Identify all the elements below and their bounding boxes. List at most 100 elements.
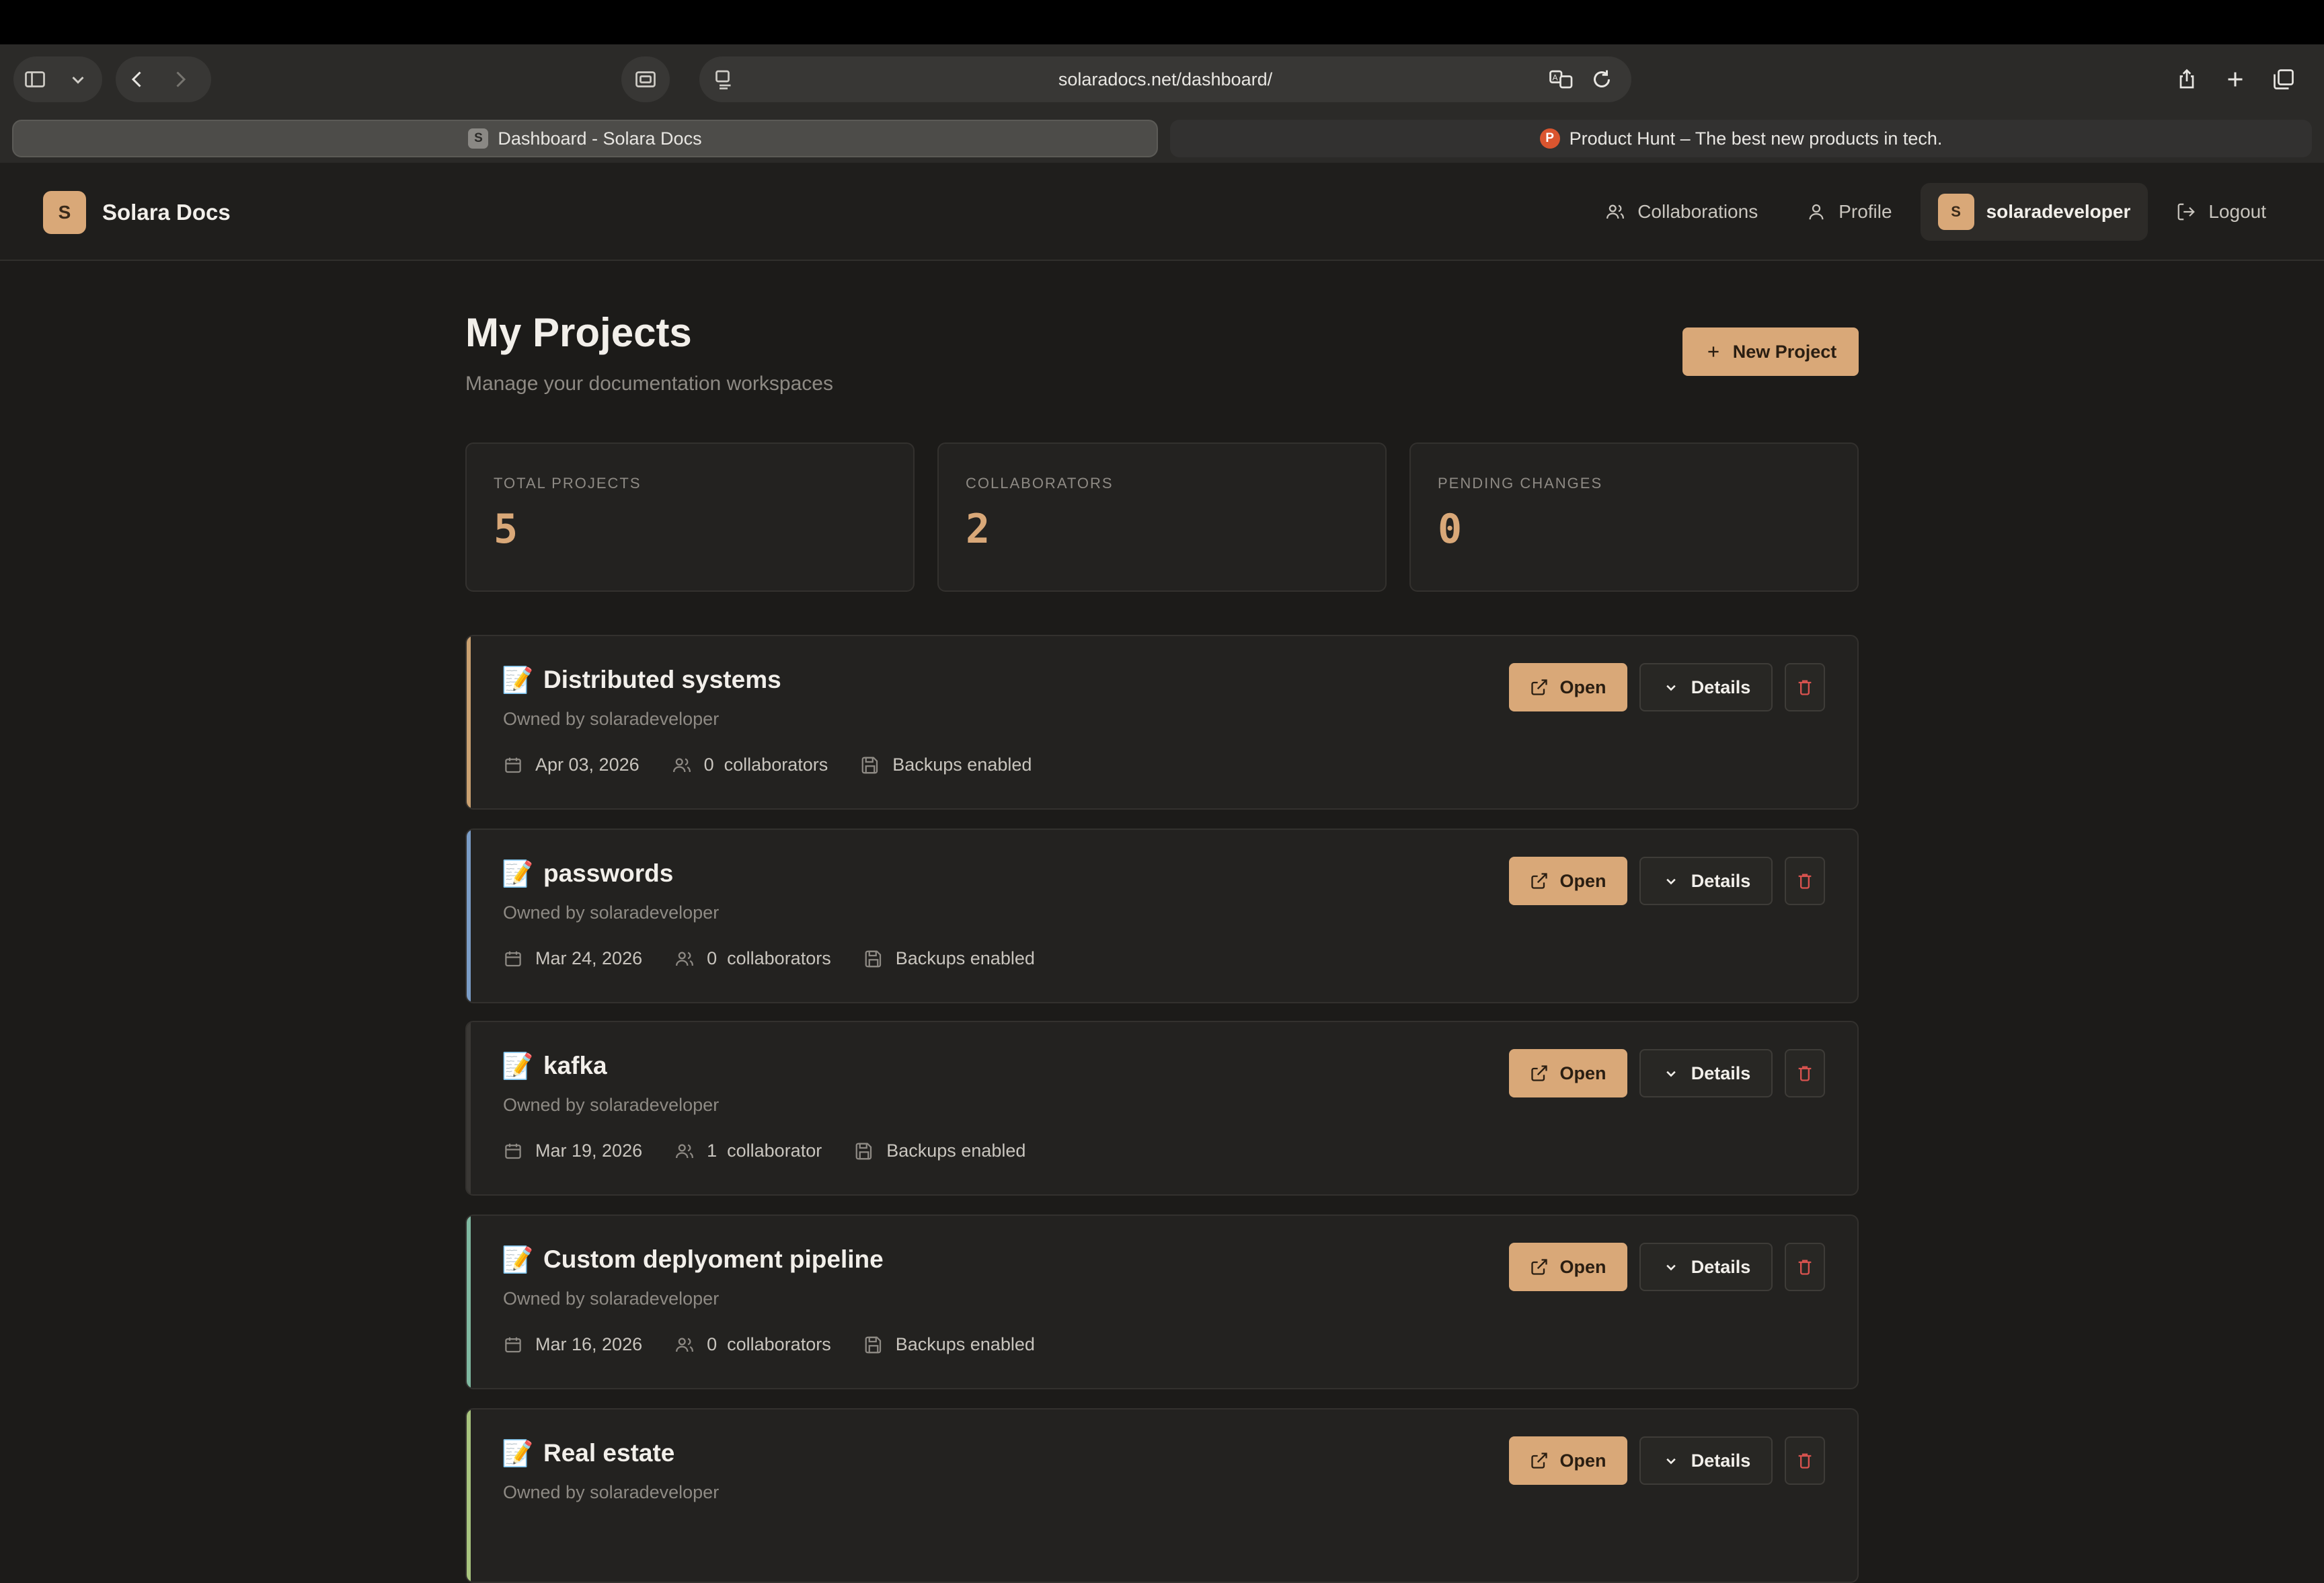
translate-icon[interactable]: A [1548, 67, 1575, 91]
memo-icon: 📝 [502, 1052, 534, 1081]
nav-label: Profile [1838, 201, 1892, 222]
project-name[interactable]: Real estate [543, 1439, 674, 1467]
share-button[interactable] [2165, 56, 2208, 102]
reader-button[interactable] [621, 56, 670, 102]
meta-date: Apr 03, 2026 [503, 755, 640, 775]
chevron-down-icon [1666, 878, 1676, 885]
meta-backups: Backups enabled [860, 755, 1032, 775]
nav-user-menu[interactable]: S solaradeveloper [1920, 183, 2148, 241]
project-name[interactable]: passwords [543, 859, 673, 888]
delete-button[interactable] [1785, 857, 1825, 905]
stat-value: 0 [1438, 506, 1463, 553]
page-settings-icon[interactable] [711, 67, 736, 91]
project-card: 📝 kafka Owned by solaradeveloper Mar 19,… [465, 1021, 1859, 1196]
brand-link[interactable]: S Solara Docs [43, 191, 231, 234]
button-label: Details [1691, 870, 1751, 891]
stat-label: COLLABORATORS [966, 475, 1114, 492]
tab-product-hunt[interactable]: P Product Hunt – The best new products i… [1170, 120, 2312, 157]
tab-overview-button[interactable] [2262, 56, 2305, 102]
delete-button[interactable] [1785, 663, 1825, 711]
plus-icon [1708, 346, 1719, 357]
project-accent-bar [467, 636, 471, 808]
open-button[interactable]: Open [1509, 1436, 1627, 1485]
project-accent-bar [467, 1216, 471, 1388]
details-button[interactable]: Details [1639, 1436, 1773, 1485]
project-owner: Owned by solaradeveloper [503, 709, 720, 729]
open-button[interactable]: Open [1509, 1049, 1627, 1097]
details-button[interactable]: Details [1639, 663, 1773, 711]
project-date: Mar 19, 2026 [535, 1141, 643, 1161]
nav-profile[interactable]: Profile [1786, 183, 1912, 241]
tab-overview-dropdown[interactable] [56, 56, 100, 102]
users-icon [676, 1338, 694, 1352]
plus-icon [2228, 72, 2243, 87]
open-button[interactable]: Open [1509, 857, 1627, 905]
save-icon [865, 950, 881, 967]
logo: S [43, 191, 86, 234]
new-project-button[interactable]: New Project [1682, 327, 1859, 376]
external-link-icon [1531, 679, 1548, 695]
page-subtitle: Manage your documentation workspaces [465, 373, 833, 395]
delete-button[interactable] [1785, 1436, 1825, 1485]
tab-dashboard[interactable]: S Dashboard - Solara Docs [12, 120, 1158, 157]
avatar: S [1937, 194, 1974, 230]
sidebar-toggle-button[interactable] [13, 56, 56, 102]
delete-button[interactable] [1785, 1243, 1825, 1291]
users-icon [676, 1144, 694, 1158]
url-text: solaradocs.net/dashboard/ [1058, 69, 1273, 89]
users-icon [676, 952, 694, 966]
sidebar-icon [25, 71, 45, 87]
favicon: P [1539, 128, 1560, 149]
details-button[interactable]: Details [1639, 1049, 1773, 1097]
project-name[interactable]: Custom deplyoment pipeline [543, 1245, 884, 1274]
os-menubar [0, 0, 2324, 44]
memo-icon: 📝 [502, 1440, 534, 1468]
project-backups: Backups enabled [886, 1141, 1026, 1161]
meta-backups: Backups enabled [863, 1334, 1035, 1355]
chevron-down-icon [1666, 1071, 1676, 1077]
project-backups: Backups enabled [892, 755, 1032, 775]
calendar-icon [505, 1337, 521, 1352]
save-icon [865, 1336, 881, 1353]
address-bar[interactable]: solaradocs.net/dashboard/ A [699, 56, 1631, 102]
external-link-icon [1531, 873, 1548, 889]
project-owner: Owned by solaradeveloper [503, 1482, 720, 1502]
external-link-icon [1531, 1453, 1548, 1469]
button-label: Details [1691, 677, 1751, 697]
project-name[interactable]: Distributed systems [543, 666, 781, 694]
page-title: My Projects [465, 310, 692, 355]
trash-icon [1798, 680, 1812, 695]
calendar-icon [505, 951, 521, 966]
delete-button[interactable] [1785, 1049, 1825, 1097]
reload-icon[interactable] [1590, 67, 1614, 91]
calendar-icon [505, 1143, 521, 1159]
share-icon [2179, 69, 2194, 89]
trash-icon [1798, 1260, 1812, 1275]
open-button[interactable]: Open [1509, 1243, 1627, 1291]
nav-logout[interactable]: Logout [2156, 183, 2286, 241]
nav-label: Collaborations [1637, 201, 1758, 222]
project-meta: Mar 24, 2026 0 collaborators Backups ena… [503, 948, 1035, 969]
back-button[interactable] [116, 56, 159, 102]
save-icon [861, 757, 878, 773]
nav-collaborations[interactable]: Collaborations [1585, 183, 1778, 241]
users-icon [672, 758, 691, 772]
new-tab-button[interactable] [2214, 56, 2257, 102]
project-accent-bar [467, 1410, 471, 1582]
chevron-left-icon [131, 71, 141, 87]
open-button[interactable]: Open [1509, 663, 1627, 711]
meta-backups: Backups enabled [854, 1141, 1025, 1161]
button-label: Open [1559, 870, 1606, 891]
project-date: Apr 03, 2026 [535, 755, 640, 775]
project-name[interactable]: kafka [543, 1052, 607, 1080]
chevron-down-icon [1666, 1264, 1676, 1271]
trash-icon [1798, 1453, 1812, 1469]
details-button[interactable]: Details [1639, 857, 1773, 905]
browser-chrome: solaradocs.net/dashboard/ A S Dashboard … [0, 44, 2324, 163]
project-meta: Mar 16, 2026 0 collaborators Backups ena… [503, 1334, 1035, 1355]
project-meta: Mar 19, 2026 1 collaborator Backups enab… [503, 1141, 1025, 1161]
details-button[interactable]: Details [1639, 1243, 1773, 1291]
chevron-down-icon [1666, 685, 1676, 691]
stat-value: 5 [494, 506, 518, 553]
forward-button[interactable] [159, 56, 202, 102]
